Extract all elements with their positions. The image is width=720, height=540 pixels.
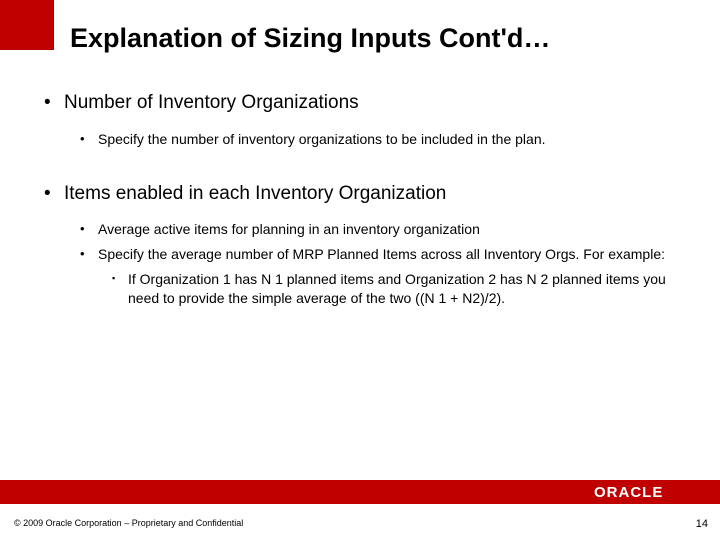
oracle-logo-text: ORACLE — [594, 484, 663, 500]
bullet-level2: Specify the average number of MRP Planne… — [74, 245, 680, 264]
bullet-level3: If Organization 1 has N 1 planned items … — [110, 270, 680, 308]
bullet-level1: Items enabled in each Inventory Organiza… — [40, 181, 680, 207]
spacer — [40, 155, 680, 173]
slide-title: Explanation of Sizing Inputs Cont'd… — [70, 22, 550, 54]
bullet-level2: Specify the number of inventory organiza… — [74, 130, 680, 149]
accent-block — [0, 0, 54, 50]
bullet-level1: Number of Inventory Organizations — [40, 90, 680, 116]
slide-body: Number of Inventory Organizations Specif… — [40, 82, 680, 310]
page-number: 14 — [696, 518, 708, 530]
copyright-text: © 2009 Oracle Corporation – Proprietary … — [14, 518, 243, 528]
slide: Explanation of Sizing Inputs Cont'd… Num… — [0, 0, 720, 540]
bullet-level2: Average active items for planning in an … — [74, 220, 680, 239]
oracle-logo: ORACLE — [594, 484, 704, 500]
